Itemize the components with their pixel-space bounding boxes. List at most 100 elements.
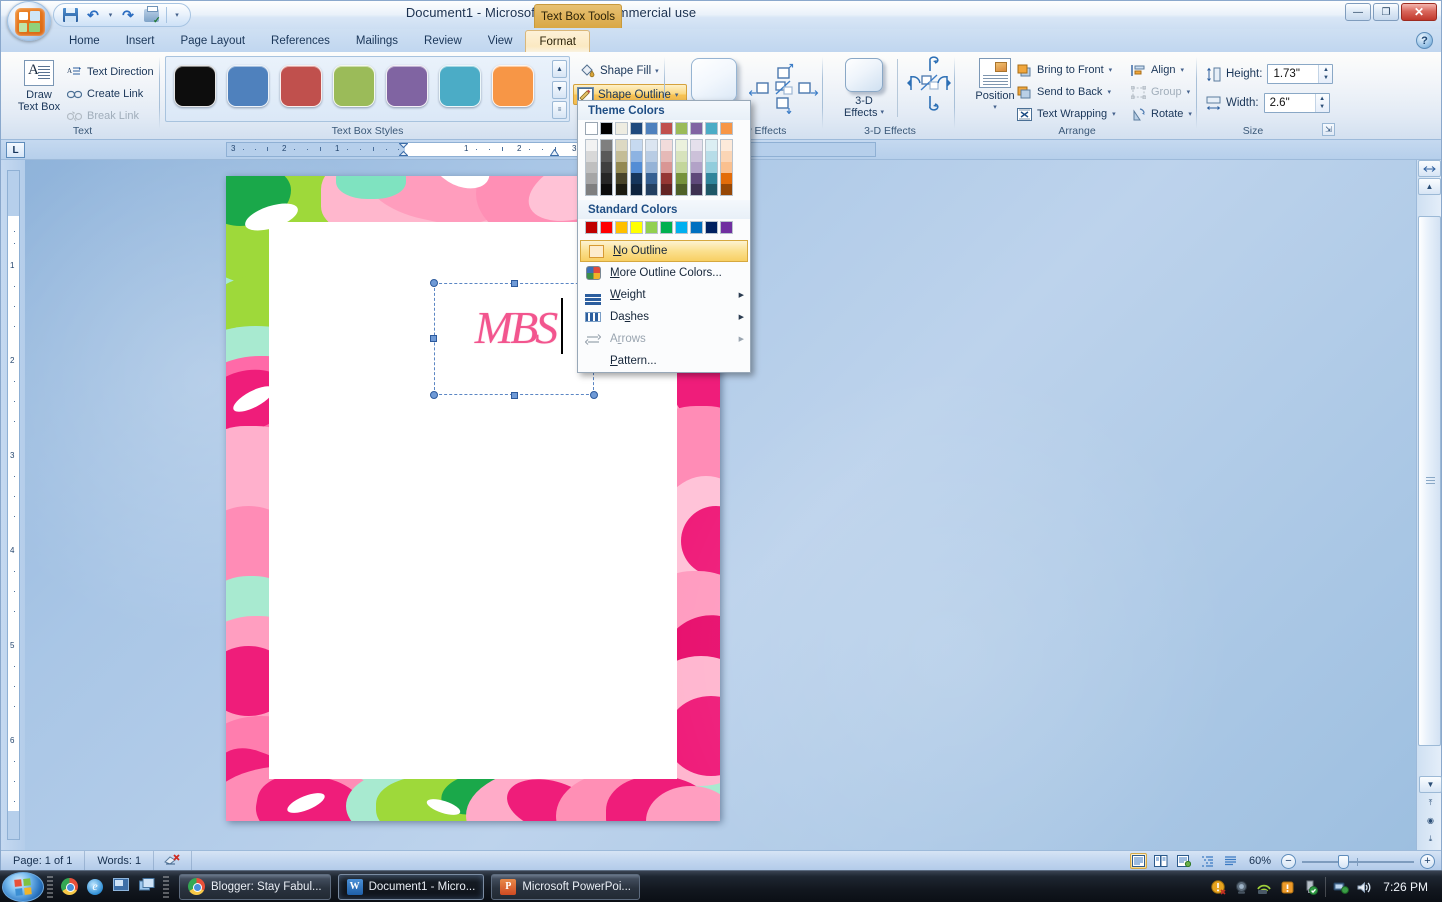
view-print-layout-button[interactable] xyxy=(1129,853,1147,869)
tab-stop-selector[interactable]: L xyxy=(6,142,25,158)
tab-page-layout[interactable]: Page Layout xyxy=(167,29,258,53)
toolbar-grip[interactable] xyxy=(163,875,169,898)
horizontal-ruler[interactable]: 3 2 1 1 2 3 xyxy=(226,142,876,157)
standard-color-green[interactable] xyxy=(660,221,673,234)
resize-handle-nw[interactable] xyxy=(430,279,438,287)
split-bar-handle[interactable] xyxy=(1418,160,1441,177)
style-swatch-green[interactable] xyxy=(333,65,375,107)
selected-text-box[interactable]: MBS xyxy=(434,283,594,395)
theme-tint-swatch[interactable] xyxy=(705,139,718,151)
taskbar-item-powerpoint[interactable]: P Microsoft PowerPoi... xyxy=(491,873,640,900)
network-wireless-icon[interactable] xyxy=(1256,879,1272,895)
zoom-in-button[interactable]: + xyxy=(1420,853,1435,869)
menu-item-pattern[interactable]: Pattern... xyxy=(578,350,750,372)
view-web-layout-button[interactable] xyxy=(1176,853,1193,869)
quick-launch-internet-explorer[interactable]: e xyxy=(84,876,106,898)
theme-tint-swatch[interactable] xyxy=(600,139,613,151)
left-indent-marker[interactable] xyxy=(398,143,409,156)
theme-tint-swatch[interactable] xyxy=(705,184,718,196)
theme-tint-swatch[interactable] xyxy=(585,184,598,196)
theme-tint-swatch[interactable] xyxy=(690,151,703,162)
taskbar-clock[interactable]: 7:26 PM xyxy=(1379,880,1428,894)
three-d-effects-button[interactable]: 3-D Effects ▾ xyxy=(835,58,893,119)
toolbar-grip[interactable] xyxy=(47,875,53,898)
style-swatch-black[interactable] xyxy=(174,65,216,107)
theme-color-dark-blue[interactable] xyxy=(630,122,643,135)
office-button[interactable] xyxy=(7,1,51,41)
theme-color-olive-green[interactable] xyxy=(675,122,688,135)
style-swatch-red[interactable] xyxy=(280,65,322,107)
gallery-scroll-up-button[interactable]: ▲ xyxy=(552,60,567,78)
theme-tint-swatch[interactable] xyxy=(705,151,718,162)
theme-tint-swatch[interactable] xyxy=(615,151,628,162)
quick-launch-chrome[interactable] xyxy=(58,876,80,898)
proofing-status[interactable] xyxy=(154,850,193,871)
theme-tint-swatch[interactable] xyxy=(675,184,688,196)
select-browse-object-button[interactable]: ◉ xyxy=(1419,812,1442,829)
standard-color-dark-red[interactable] xyxy=(585,221,598,234)
close-button[interactable]: ✕ xyxy=(1401,3,1437,21)
theme-tint-swatch[interactable] xyxy=(615,139,628,151)
theme-tint-swatch[interactable] xyxy=(690,139,703,151)
standard-color-yellow[interactable] xyxy=(630,221,643,234)
shape-outline-dropdown-menu[interactable]: Theme Colors Standard Colors No Outline … xyxy=(577,100,751,373)
tab-references[interactable]: References xyxy=(258,29,343,53)
theme-color-red[interactable] xyxy=(660,122,673,135)
theme-tint-swatch[interactable] xyxy=(720,184,733,196)
zoom-out-button[interactable]: − xyxy=(1281,853,1296,869)
tab-format[interactable]: Format xyxy=(525,30,590,53)
theme-tint-swatch[interactable] xyxy=(600,173,613,184)
send-to-back-button[interactable]: Send to Back ▾ xyxy=(1013,82,1114,102)
tab-review[interactable]: Review xyxy=(411,29,475,53)
menu-item-no-outline[interactable]: NNo Outlineo Outline xyxy=(580,240,748,262)
alert-icon[interactable] xyxy=(1279,879,1295,895)
webcam-icon[interactable] xyxy=(1233,879,1249,895)
theme-color-purple[interactable] xyxy=(690,122,703,135)
theme-color-black[interactable] xyxy=(600,122,613,135)
theme-tint-swatch[interactable] xyxy=(615,173,628,184)
bring-to-front-button[interactable]: Bring to Front ▾ xyxy=(1013,60,1115,80)
theme-tint-swatch[interactable] xyxy=(660,173,673,184)
nudge-shadow-right-button[interactable] xyxy=(797,78,819,98)
theme-tint-swatch[interactable] xyxy=(705,173,718,184)
minimize-button[interactable]: — xyxy=(1345,3,1371,21)
height-input[interactable]: 1.73" ▲ ▼ xyxy=(1267,64,1334,84)
quick-launch-switch-windows[interactable] xyxy=(136,876,158,898)
theme-tint-swatch[interactable] xyxy=(675,162,688,173)
volume-icon[interactable] xyxy=(1356,879,1372,895)
standard-color-blue[interactable] xyxy=(690,221,703,234)
theme-tint-swatch[interactable] xyxy=(645,184,658,196)
restore-button[interactable]: ❐ xyxy=(1373,3,1399,21)
theme-color-white[interactable] xyxy=(585,122,598,135)
theme-tint-swatch[interactable] xyxy=(585,162,598,173)
theme-tint-swatch[interactable] xyxy=(720,173,733,184)
standard-color-red[interactable] xyxy=(600,221,613,234)
theme-tint-swatch[interactable] xyxy=(660,139,673,151)
view-full-screen-reading-button[interactable] xyxy=(1153,853,1170,869)
scroll-down-button[interactable]: ▼ xyxy=(1419,776,1442,793)
theme-tint-swatch[interactable] xyxy=(720,162,733,173)
resize-handle-se[interactable] xyxy=(590,391,598,399)
theme-tint-swatch[interactable] xyxy=(675,151,688,162)
text-direction-button[interactable]: A Text Direction xyxy=(63,62,157,82)
standard-color-dark-blue[interactable] xyxy=(705,221,718,234)
tab-insert[interactable]: Insert xyxy=(113,29,168,53)
word-count-status[interactable]: Words: 1 xyxy=(85,850,155,871)
standard-color-orange[interactable] xyxy=(615,221,628,234)
page-status[interactable]: Page: 1 of 1 xyxy=(1,850,86,871)
previous-page-button[interactable]: ⤒ xyxy=(1419,794,1442,811)
theme-tint-swatch[interactable] xyxy=(630,173,643,184)
theme-tint-swatch[interactable] xyxy=(720,139,733,151)
shadow-effects-button[interactable] xyxy=(691,58,737,102)
theme-color-tan[interactable] xyxy=(615,122,628,135)
theme-tint-swatch[interactable] xyxy=(585,139,598,151)
width-stepper[interactable]: ▲ ▼ xyxy=(1314,94,1329,112)
theme-tint-swatch[interactable] xyxy=(690,162,703,173)
gallery-scroll-down-button[interactable]: ▼ xyxy=(552,80,567,99)
zoom-slider[interactable] xyxy=(1302,853,1414,869)
text-wrapping-button[interactable]: Text Wrapping ▾ xyxy=(1013,104,1119,124)
theme-tint-swatch[interactable] xyxy=(675,139,688,151)
theme-tint-swatch[interactable] xyxy=(615,162,628,173)
menu-item-weight[interactable]: Weight ▶ xyxy=(578,284,750,306)
tab-mailings[interactable]: Mailings xyxy=(343,29,411,53)
